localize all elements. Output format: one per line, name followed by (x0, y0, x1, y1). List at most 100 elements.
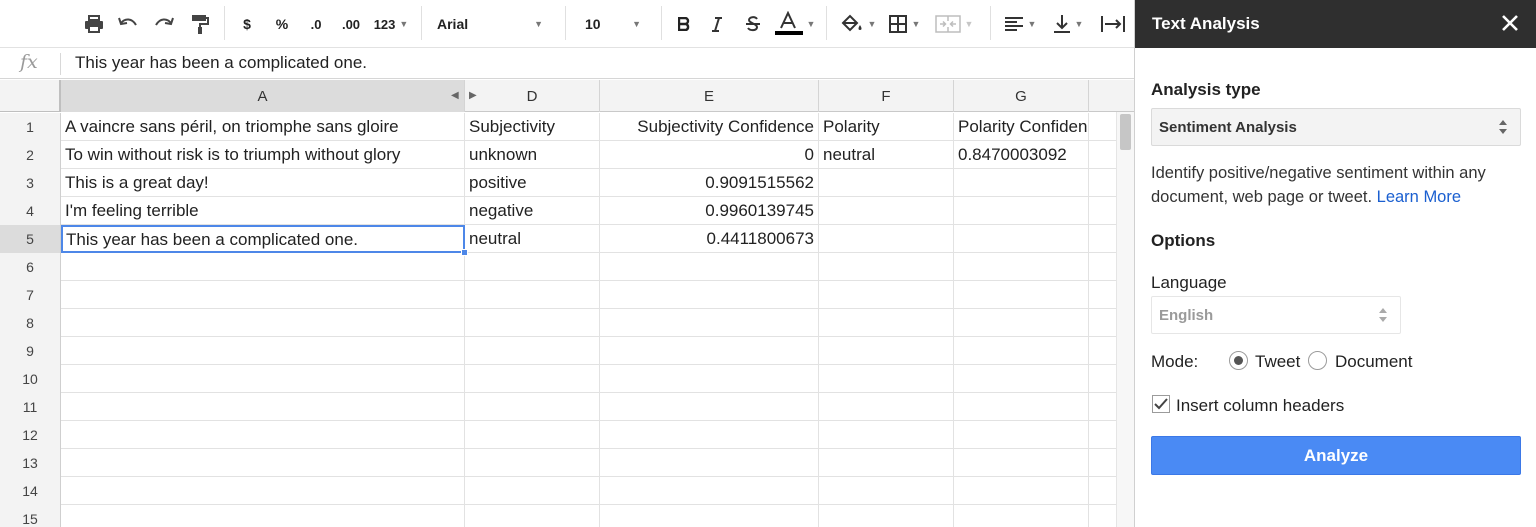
cell-e5[interactable]: 0.4411800673 (600, 225, 819, 253)
close-icon[interactable] (1497, 10, 1523, 36)
insert-headers-label[interactable]: Insert column headers (1176, 396, 1344, 416)
formula-input[interactable]: This year has been a complicated one. (75, 53, 367, 73)
cell-e2[interactable]: 0 (600, 141, 819, 169)
borders-button[interactable]: ▼ (884, 0, 924, 48)
row-header[interactable]: 7 (0, 281, 61, 309)
cell-e12[interactable] (600, 421, 819, 449)
cell-d8[interactable] (465, 309, 600, 337)
cell-f8[interactable] (819, 309, 954, 337)
cell-a8[interactable] (61, 309, 465, 337)
cell-a6[interactable] (61, 253, 465, 281)
percent-format-button[interactable]: % (271, 0, 293, 48)
column-header-f[interactable]: F (819, 80, 954, 112)
cell-e9[interactable] (600, 337, 819, 365)
cell-a1[interactable]: A vaincre sans péril, on triomphe sans g… (61, 113, 465, 141)
cell-a2[interactable]: To win without risk is to triumph withou… (61, 141, 465, 169)
undo-icon[interactable] (114, 0, 142, 48)
row-header[interactable]: 5 (0, 225, 61, 253)
mode-tweet-label[interactable]: Tweet (1255, 352, 1300, 372)
cell-e15[interactable] (600, 505, 819, 527)
cell-d5[interactable]: neutral (465, 225, 600, 253)
vertical-align-button[interactable]: ▼ (1046, 0, 1090, 48)
more-formats-dropdown[interactable]: 123 ▼ (370, 0, 412, 48)
cell-a7[interactable] (61, 281, 465, 309)
learn-more-link[interactable]: Learn More (1377, 188, 1461, 206)
cell-g11[interactable] (954, 393, 1089, 421)
cell-f7[interactable] (819, 281, 954, 309)
cell-d2[interactable]: unknown (465, 141, 600, 169)
cell-g4[interactable] (954, 197, 1089, 225)
cell-f12[interactable] (819, 421, 954, 449)
row-header[interactable]: 1 (0, 113, 61, 141)
cell-d1[interactable]: Subjectivity (465, 113, 600, 141)
cell-d15[interactable] (465, 505, 600, 527)
row-header[interactable]: 2 (0, 141, 61, 169)
cell-g1[interactable]: Polarity Confidence (954, 113, 1089, 141)
cell-f13[interactable] (819, 449, 954, 477)
analysis-type-select[interactable]: Sentiment Analysis (1151, 108, 1521, 146)
horizontal-align-button[interactable]: ▼ (998, 0, 1042, 48)
cell-f14[interactable] (819, 477, 954, 505)
cell-f1[interactable]: Polarity (819, 113, 954, 141)
column-header-g[interactable]: G (954, 80, 1089, 112)
column-header-d[interactable]: D (465, 80, 600, 112)
cell-g3[interactable] (954, 169, 1089, 197)
row-header[interactable]: 9 (0, 337, 61, 365)
cell-g2[interactable]: 0.8470003092 (954, 141, 1089, 169)
cell-f3[interactable] (819, 169, 954, 197)
column-header-e[interactable]: E (600, 80, 819, 112)
cell-e14[interactable] (600, 477, 819, 505)
cell-e13[interactable] (600, 449, 819, 477)
cell-a12[interactable] (61, 421, 465, 449)
cell-g5[interactable] (954, 225, 1089, 253)
select-all-corner[interactable] (0, 80, 61, 112)
cell-f15[interactable] (819, 505, 954, 527)
row-header[interactable]: 10 (0, 365, 61, 393)
hidden-columns-left-arrow[interactable]: ◀ (451, 90, 459, 101)
cell-a5[interactable]: This year has been a complicated one. (61, 225, 465, 253)
cell-f6[interactable] (819, 253, 954, 281)
mode-tweet-radio[interactable] (1229, 351, 1248, 370)
cell-a13[interactable] (61, 449, 465, 477)
redo-icon[interactable] (150, 0, 178, 48)
text-color-button[interactable]: ▼ (772, 0, 816, 48)
cell-e1[interactable]: Subjectivity Confidence (600, 113, 819, 141)
cell-d3[interactable]: positive (465, 169, 600, 197)
row-header[interactable]: 15 (0, 505, 61, 527)
row-header[interactable]: 6 (0, 253, 61, 281)
currency-format-button[interactable]: $ (238, 0, 256, 48)
cell-d14[interactable] (465, 477, 600, 505)
cell-e3[interactable]: 0.9091515562 (600, 169, 819, 197)
decrease-decimal-button[interactable]: .0 (303, 0, 329, 48)
cell-d9[interactable] (465, 337, 600, 365)
cell-a14[interactable] (61, 477, 465, 505)
cell-d7[interactable] (465, 281, 600, 309)
cell-g12[interactable] (954, 421, 1089, 449)
cell-a15[interactable] (61, 505, 465, 527)
text-wrapping-button[interactable] (1092, 0, 1134, 48)
row-header[interactable]: 8 (0, 309, 61, 337)
row-header[interactable]: 14 (0, 477, 61, 505)
cell-d6[interactable] (465, 253, 600, 281)
fill-color-button[interactable]: ▼ (836, 0, 880, 48)
cell-e4[interactable]: 0.9960139745 (600, 197, 819, 225)
cell-g8[interactable] (954, 309, 1089, 337)
row-header[interactable]: 4 (0, 197, 61, 225)
cell-e6[interactable] (600, 253, 819, 281)
mode-document-label[interactable]: Document (1335, 352, 1412, 372)
cell-f4[interactable] (819, 197, 954, 225)
cell-e11[interactable] (600, 393, 819, 421)
cell-f11[interactable] (819, 393, 954, 421)
cell-e10[interactable] (600, 365, 819, 393)
cell-d10[interactable] (465, 365, 600, 393)
cell-g6[interactable] (954, 253, 1089, 281)
row-header[interactable]: 11 (0, 393, 61, 421)
print-icon[interactable] (80, 0, 108, 48)
insert-headers-checkbox[interactable] (1152, 395, 1170, 413)
cell-d12[interactable] (465, 421, 600, 449)
cell-g13[interactable] (954, 449, 1089, 477)
cell-a4[interactable]: I'm feeling terrible (61, 197, 465, 225)
cell-a11[interactable] (61, 393, 465, 421)
font-family-select[interactable]: Arial ▼ (437, 0, 555, 48)
font-size-select[interactable]: 10 ▼ (585, 0, 653, 48)
